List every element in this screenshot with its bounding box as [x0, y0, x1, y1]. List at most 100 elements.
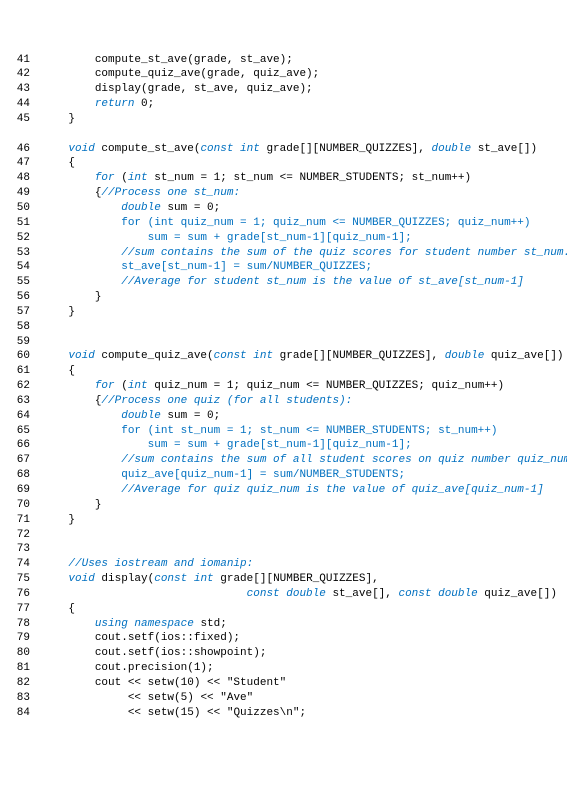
code-line: 82 cout << setw(10) << "Student": [8, 676, 559, 691]
comment: //Uses iostream and iomanip:: [68, 558, 253, 570]
line-number: 74: [8, 557, 30, 572]
line-number: 78: [8, 617, 30, 632]
code-line: 54 st_ave[st_num-1] = sum/NUMBER_QUIZZES…: [8, 260, 559, 275]
code-line: 64 double sum = 0;: [8, 409, 559, 424]
code-block: 41 compute_st_ave(grade, st_ave);42 comp…: [8, 53, 559, 721]
code-line: 70 }: [8, 498, 559, 513]
keyword: void: [68, 143, 94, 155]
line-number: 52: [8, 231, 30, 246]
code-text: << setw(5) << "Ave": [128, 692, 253, 704]
line-number: 57: [8, 305, 30, 320]
code-text: quiz_num = 1; quiz_num <= NUMBER_QUIZZES…: [148, 380, 504, 392]
code-text: (: [115, 172, 128, 184]
comment: //sum contains the sum of all student sc…: [121, 454, 567, 466]
code-line: 62 for (int quiz_num = 1; quiz_num <= NU…: [8, 379, 559, 394]
code-line: 77 {: [8, 602, 559, 617]
line-number: 69: [8, 483, 30, 498]
line-number: 62: [8, 379, 30, 394]
line-number: 49: [8, 186, 30, 201]
code-text: compute_quiz_ave(grade, quiz_ave);: [95, 68, 319, 80]
code-line: 75 void display(const int grade[][NUMBER…: [8, 572, 559, 587]
code-text: }: [68, 306, 75, 318]
code-line: 83 << setw(5) << "Ave": [8, 691, 559, 706]
code-line: 72: [8, 528, 559, 543]
keyword: const int: [154, 573, 213, 585]
keyword: return: [95, 98, 135, 110]
code-line: 65 for (int st_num = 1; st_num <= NUMBER…: [8, 424, 559, 439]
line-number: 63: [8, 394, 30, 409]
line-number: 70: [8, 498, 30, 513]
code-line: 78 using namespace std;: [8, 617, 559, 632]
code-line: 46 void compute_st_ave(const int grade[]…: [8, 142, 559, 157]
line-number: 68: [8, 468, 30, 483]
comment: //Process one quiz (for all students):: [101, 395, 352, 407]
code-line: 60 void compute_quiz_ave(const int grade…: [8, 349, 559, 364]
code-line: 51 for (int quiz_num = 1; quiz_num <= NU…: [8, 216, 559, 231]
line-number: 54: [8, 260, 30, 275]
line-number: 72: [8, 528, 30, 543]
keyword: double: [445, 350, 485, 362]
line-number: 48: [8, 171, 30, 186]
code-text: st_ave[]): [471, 143, 537, 155]
line-number: 58: [8, 320, 30, 335]
highlighted-code: sum = sum + grade[st_num-1][quiz_num-1];: [148, 439, 412, 451]
line-number: 71: [8, 513, 30, 528]
highlighted-code: for (int st_num = 1; st_num <= NUMBER_ST…: [121, 425, 497, 437]
keyword: const int: [200, 143, 259, 155]
code-text: compute_st_ave(: [95, 143, 201, 155]
code-text: grade[][NUMBER_QUIZZES],: [260, 143, 432, 155]
line-number: 60: [8, 349, 30, 364]
line-number: 83: [8, 691, 30, 706]
blank-line: [8, 127, 559, 142]
code-line: 76 const double st_ave[], const double q…: [8, 587, 559, 602]
line-number: 79: [8, 631, 30, 646]
comment: //Process one st_num:: [101, 187, 240, 199]
line-number: 64: [8, 409, 30, 424]
code-text: st_num = 1; st_num <= NUMBER_STUDENTS; s…: [148, 172, 471, 184]
code-text: quiz_ave[]): [478, 588, 557, 600]
code-text: compute_st_ave(grade, st_ave);: [95, 54, 293, 66]
code-text: }: [68, 514, 75, 526]
code-line: 67 //sum contains the sum of all student…: [8, 453, 559, 468]
line-number: 61: [8, 364, 30, 379]
line-number: 43: [8, 82, 30, 97]
line-number: 67: [8, 453, 30, 468]
line-number: 51: [8, 216, 30, 231]
line-number: 77: [8, 602, 30, 617]
code-text: display(: [95, 573, 154, 585]
code-text: }: [68, 113, 75, 125]
code-line: 41 compute_st_ave(grade, st_ave);: [8, 53, 559, 68]
keyword: int: [128, 380, 148, 392]
code-line: 45 }: [8, 112, 559, 127]
code-text: {: [68, 603, 75, 615]
code-text: grade[][NUMBER_QUIZZES],: [214, 573, 379, 585]
line-number: 82: [8, 676, 30, 691]
code-line: 48 for (int st_num = 1; st_num <= NUMBER…: [8, 171, 559, 186]
keyword: void: [68, 350, 94, 362]
code-text: grade[][NUMBER_QUIZZES],: [273, 350, 445, 362]
line-number: 55: [8, 275, 30, 290]
keyword: double: [121, 410, 161, 422]
keyword: const double: [398, 588, 477, 600]
line-number: 56: [8, 290, 30, 305]
code-line: 49 {//Process one st_num:: [8, 186, 559, 201]
code-line: 43 display(grade, st_ave, quiz_ave);: [8, 82, 559, 97]
line-number: 76: [8, 587, 30, 602]
comment: //Average for student st_num is the valu…: [121, 276, 524, 288]
keyword: for: [95, 380, 115, 392]
code-text: cout.setf(ios::showpoint);: [95, 647, 267, 659]
highlighted-code: quiz_ave[quiz_num-1] = sum/NUMBER_STUDEN…: [121, 469, 405, 481]
highlighted-code: sum = sum + grade[st_num-1][quiz_num-1];: [148, 232, 412, 244]
keyword: const int: [214, 350, 273, 362]
code-text: cout << setw(10) << "Student": [95, 677, 286, 689]
code-line: 55 //Average for student st_num is the v…: [8, 275, 559, 290]
code-text: quiz_ave[]): [484, 350, 563, 362]
code-text: st_ave[],: [326, 588, 399, 600]
highlighted-code: for (int quiz_num = 1; quiz_num <= NUMBE…: [121, 217, 530, 229]
line-number: 81: [8, 661, 30, 676]
line-number: 66: [8, 438, 30, 453]
code-line: 74 //Uses iostream and iomanip:: [8, 557, 559, 572]
line-number: 47: [8, 156, 30, 171]
code-line: 44 return 0;: [8, 97, 559, 112]
comment: //Average for quiz quiz_num is the value…: [121, 484, 543, 496]
